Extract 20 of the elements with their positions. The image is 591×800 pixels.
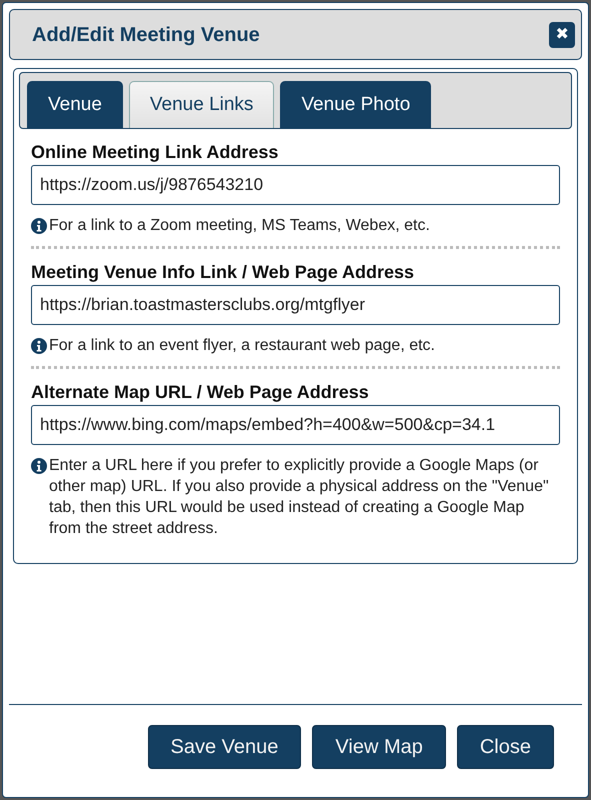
tab[interactable]: Venue Photo xyxy=(280,81,432,128)
dialog-button[interactable]: View Map xyxy=(312,725,446,769)
tab[interactable]: Venue Links xyxy=(128,81,274,128)
input-field[interactable]: https://zoom.us/j/9876543210 xyxy=(31,165,560,205)
input-field[interactable]: https://www.bing.com/maps/embed?h=400&w=500&cp=34.1 xyxy=(31,405,560,445)
dialog-title: Add/Edit Meeting Venue xyxy=(32,22,260,48)
dialog-button[interactable]: Save Venue xyxy=(148,725,302,769)
info-icon xyxy=(31,218,47,234)
field-label: Meeting Venue Info Link / Web Page Address xyxy=(31,261,416,283)
info-icon xyxy=(31,338,47,354)
help-text: For a link to a Zoom meeting, MS Teams, Webex, etc. xyxy=(49,216,430,236)
close-button[interactable]: ✖ xyxy=(549,22,575,48)
dialog-button[interactable]: Close xyxy=(456,725,554,769)
tab[interactable]: Venue xyxy=(27,81,123,128)
input-field[interactable]: https://brian.toastmastersclubs.org/mtgflyer xyxy=(31,285,560,325)
help-text: For a link to an event flyer, a restaurant web page, etc. xyxy=(49,336,435,356)
help-text: Enter a URL here if you prefer to explicitly provide a Google Maps (or other map) URL. If you also provide a physical address on the "Venue" tab, then this URL would be used instead of creating a Google Map from the street address. xyxy=(49,456,550,539)
field-label: Online Meeting Link Address xyxy=(31,141,280,163)
field-label: Alternate Map URL / Web Page Address xyxy=(31,381,370,403)
info-icon xyxy=(31,458,47,474)
